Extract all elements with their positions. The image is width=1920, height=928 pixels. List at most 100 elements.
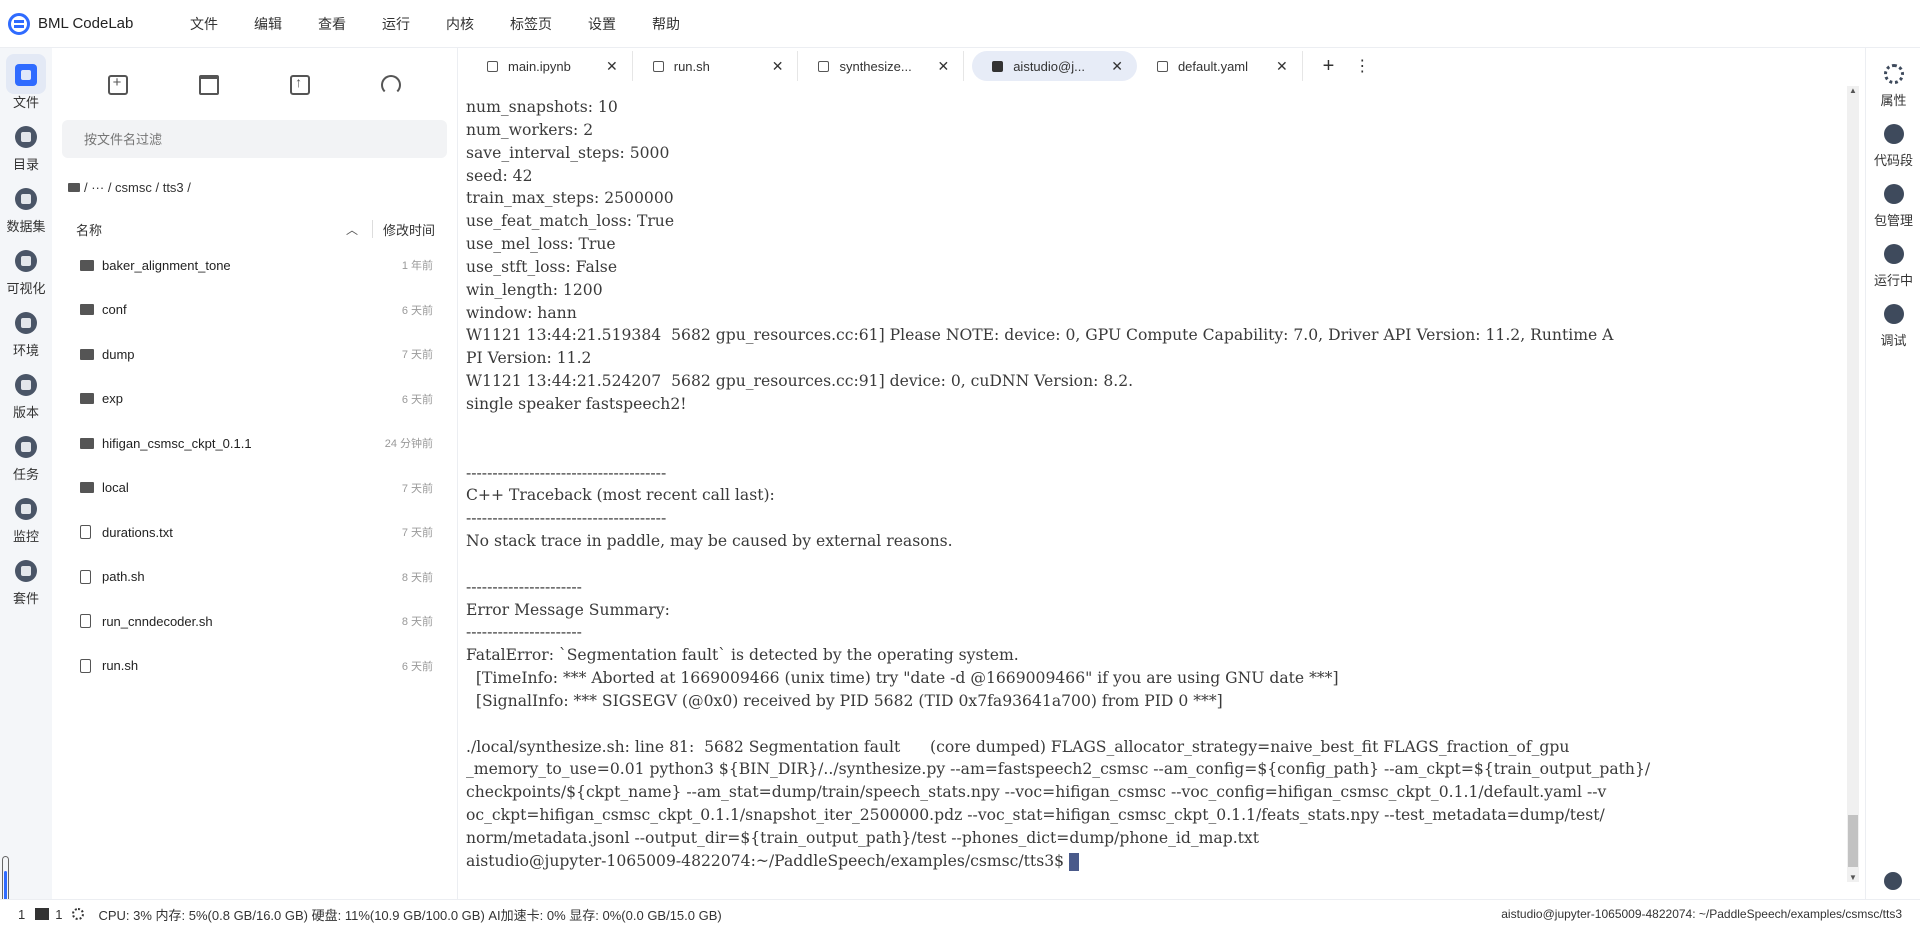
menu-settings[interactable]: 设置 [588,14,616,34]
menu-kernel[interactable]: 内核 [446,14,474,34]
activity-toc[interactable]: 目录 [0,126,52,173]
menu-view[interactable]: 查看 [318,14,346,34]
right-item-snippets[interactable]: 代码段 [1866,124,1920,169]
tab-default-yaml[interactable]: default.yaml ✕ [1137,51,1303,81]
right-item-label: 包管理 [1873,213,1913,228]
new-file-icon[interactable] [107,74,128,95]
terminal-output[interactable]: num_snapshots: 10 num_workers: 2 save_inte… [459,86,1847,880]
terminal-line: [SignalInfo: *** SIGSEGV (@0x0) received… [466,691,1223,710]
column-name[interactable]: 名称 [76,220,346,239]
close-icon[interactable]: ✕ [606,58,618,75]
menu-edit[interactable]: 编辑 [254,14,282,34]
file-row[interactable]: run_cnndecoder.sh 8 天前 [52,599,457,644]
right-item-packages[interactable]: 包管理 [1866,184,1920,229]
scroll-down-icon[interactable]: ▼ [1849,873,1857,882]
list-icon [15,126,37,148]
file-modified: 6 天前 [401,660,433,673]
right-item-debug[interactable]: 调试 [1866,304,1920,349]
scroll-up-icon[interactable]: ▲ [1849,86,1857,95]
status-path: aistudio@jupyter-1065009-4822074: ~/Padd… [1501,907,1902,921]
activity-visualization[interactable]: 可视化 [0,250,52,297]
search-icon[interactable] [1884,872,1902,890]
suite-icon [15,560,37,582]
file-row[interactable]: local 7 天前 [52,466,457,511]
settings-icon[interactable] [72,908,85,920]
folder-icon [80,482,94,494]
column-modified[interactable]: 修改时间 [383,220,435,239]
file-row[interactable]: dump 7 天前 [52,332,457,377]
terminal-cursor [1069,852,1080,871]
tab-bar: main.ipynb ✕ run.sh ✕ synthesize... ✕ ai… [459,48,1865,84]
file-row[interactable]: hifigan_csmsc_ckpt_0.1.1 24 分钟前 [52,421,457,466]
activity-files[interactable]: 文件 [0,54,52,111]
activity-task[interactable]: 任务 [0,436,52,483]
activity-version[interactable]: 版本 [0,374,52,421]
file-row[interactable]: exp 6 天前 [52,377,457,422]
close-icon[interactable]: ✕ [1276,58,1288,75]
new-folder-icon[interactable] [198,75,219,95]
tab-run-sh[interactable]: run.sh ✕ [633,51,799,81]
file-row[interactable]: durations.txt 7 天前 [52,510,457,555]
menu-run[interactable]: 运行 [382,14,410,34]
task-icon [15,436,37,458]
more-vertical-icon[interactable]: ⋮ [1354,56,1370,76]
activity-label: 目录 [12,157,39,172]
menu-help[interactable]: 帮助 [652,14,680,34]
terminal-icon [992,60,1004,72]
file-modified: 8 天前 [401,616,433,629]
terminal-line: -------------------------------------- [466,463,667,482]
version-icon [15,374,37,396]
status-count-2[interactable]: 1 [55,907,62,922]
terminal-line: W1121 13:44:21.524207 5682 gpu_resources… [466,372,1134,391]
breadcrumb-path[interactable]: / ··· / csmsc / tts3 / [84,180,191,195]
file-row[interactable]: baker_alignment_tone 1 年前 [52,243,457,288]
prompt-text: aistudio@jupyter-1065009-4822074:~/Paddl… [466,851,1070,870]
activity-label: 套件 [12,591,39,606]
scrollbar-thumb[interactable] [1848,815,1858,867]
terminal-icon [35,908,50,920]
menu-file[interactable]: 文件 [190,14,218,34]
close-icon[interactable]: ✕ [772,58,784,75]
terminal-line: win_length: 1200 [466,280,603,299]
activity-label: 文件 [12,95,39,110]
terminal-scrollbar[interactable]: ▲ ▼ [1847,86,1859,882]
tab-label: run.sh [673,58,710,74]
close-icon[interactable]: ✕ [937,58,949,75]
close-icon[interactable]: ✕ [1111,58,1123,75]
refresh-icon[interactable] [381,75,402,95]
activity-suite[interactable]: 套件 [0,560,52,607]
file-browser: / ··· / csmsc / tts3 / 名称 ︿ 修改时间 baker_a… [52,48,458,899]
gear-icon [1883,64,1904,84]
tab-terminal[interactable]: aistudio@j... ✕ [972,51,1137,81]
right-item-running[interactable]: 运行中 [1866,244,1920,289]
terminal-line: window: hann [466,303,577,322]
terminal-line: No stack trace in paddle, may be caused … [466,532,953,551]
file-filter-input[interactable] [84,131,384,147]
file-name: path.sh [102,569,145,585]
dataset-icon [15,188,37,210]
chevron-up-icon[interactable]: ︿ [346,221,358,238]
add-tab-icon[interactable]: + [1323,55,1335,78]
terminal-line: C++ Traceback (most recent call last): [466,486,775,505]
file-toolbar [52,62,457,108]
terminal-line: W1121 13:44:21.519384 5682 gpu_resources… [466,326,1614,345]
logo-icon [8,12,30,35]
file-row[interactable]: run.sh 6 天前 [52,644,457,689]
tab-label: aistudio@j... [1013,58,1085,74]
activity-dataset[interactable]: 数据集 [0,188,52,235]
tab-main-ipynb[interactable]: main.ipynb ✕ [467,51,633,81]
file-list-header: 名称 ︿ 修改时间 [52,215,457,243]
status-count-1[interactable]: 1 [18,907,25,922]
file-row[interactable]: path.sh 8 天前 [52,555,457,600]
activity-monitor[interactable]: 监控 [0,498,52,545]
menu-tabs[interactable]: 标签页 [510,14,552,34]
right-item-properties[interactable]: 属性 [1866,64,1920,109]
upload-icon[interactable] [290,74,311,95]
file-row[interactable]: conf 6 天前 [52,288,457,333]
activity-environment[interactable]: 环境 [0,312,52,359]
tab-synthesize[interactable]: synthesize... ✕ [798,51,965,81]
terminal-prompt[interactable]: aistudio@jupyter-1065009-4822074:~/Paddl… [466,850,1847,873]
